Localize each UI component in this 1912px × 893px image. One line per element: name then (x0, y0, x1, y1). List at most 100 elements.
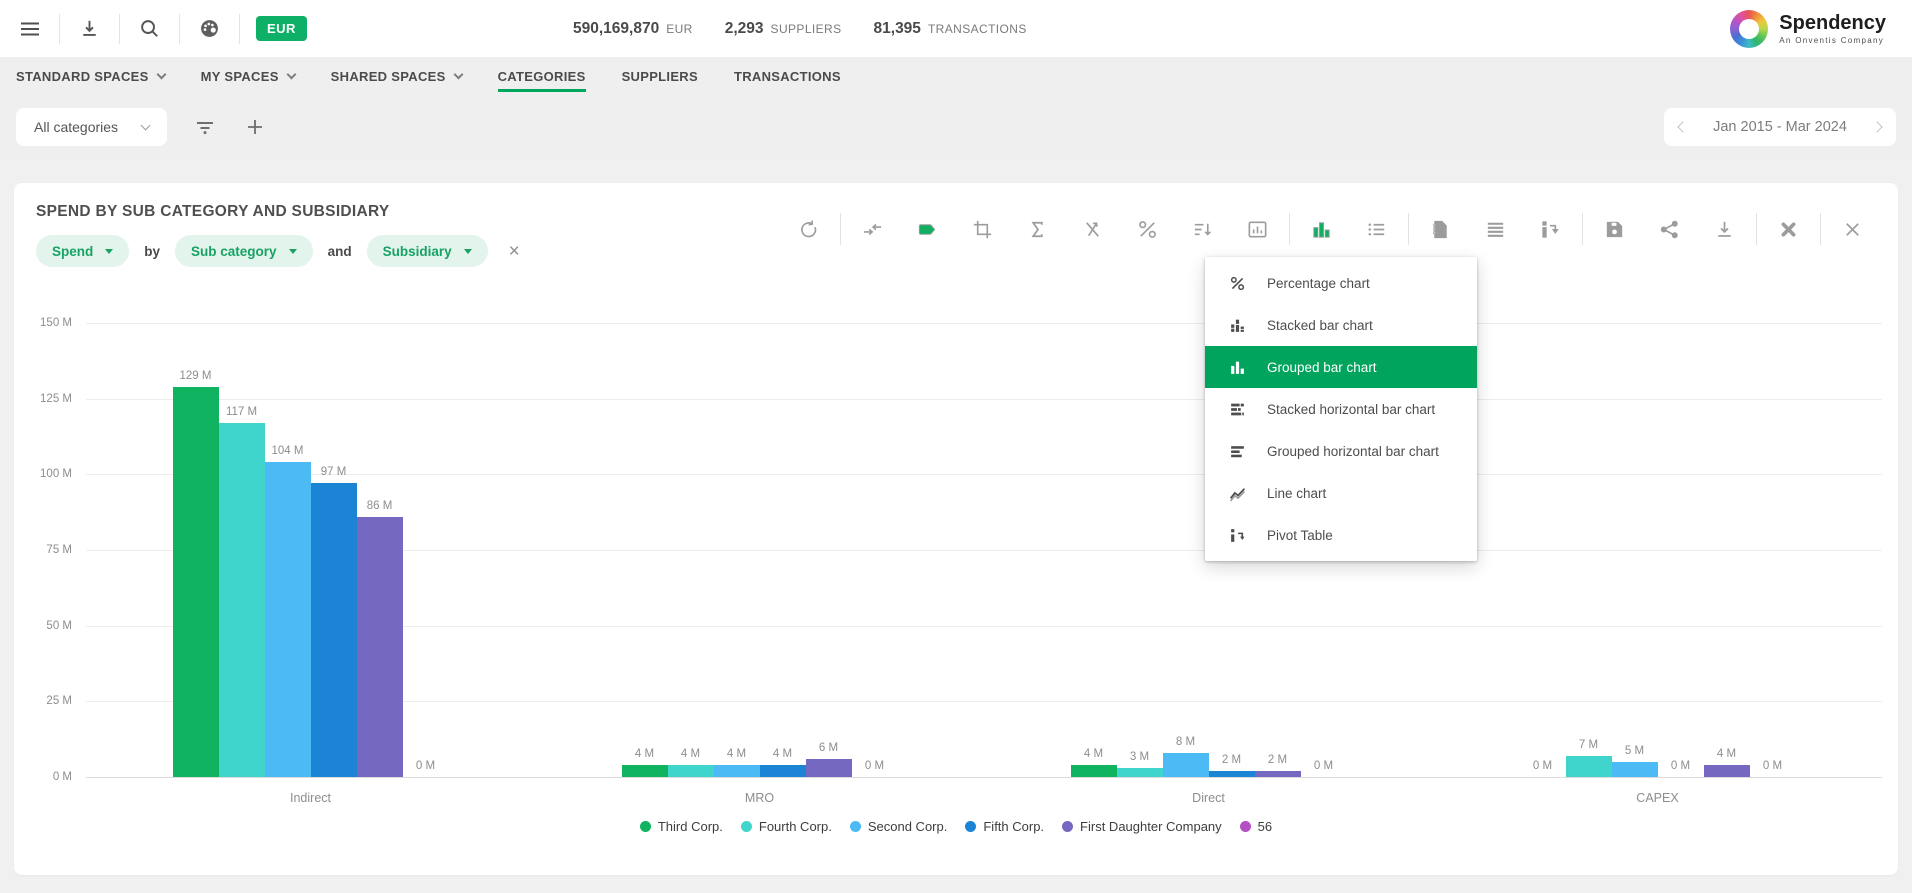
sum-button[interactable] (1010, 218, 1065, 241)
clear-sort-button[interactable] (1065, 218, 1120, 241)
export-button[interactable] (60, 0, 119, 57)
menu-item-stacked-horizontal-bar-chart[interactable]: Stacked horizontal bar chart (1205, 388, 1477, 430)
legend-item[interactable]: 56 (1240, 819, 1272, 834)
date-range-picker[interactable]: Jan 2015 - Mar 2024 (1664, 108, 1896, 146)
dimension2-select[interactable]: Subsidiary (367, 235, 488, 267)
sort-button[interactable] (1175, 218, 1230, 241)
bar-group-capex: 0 M7 M5 M0 M4 M0 MCAPEX (1433, 293, 1882, 777)
report-button[interactable] (1413, 218, 1468, 241)
chart-bar[interactable] (622, 765, 668, 777)
menu-item-percentage-chart[interactable]: Percentage chart (1205, 262, 1477, 304)
tab-shared-spaces[interactable]: SHARED SPACES (331, 57, 462, 95)
chart-bar[interactable] (806, 759, 852, 777)
menu-item-stacked-bar-chart[interactable]: Stacked bar chart (1205, 304, 1477, 346)
chevron-right-icon[interactable] (1871, 121, 1882, 132)
chart-bar[interactable] (1071, 765, 1117, 777)
stat-item: 590,169,870EUR (573, 20, 693, 38)
list-icon (1365, 218, 1388, 241)
chart-bar[interactable] (760, 765, 806, 777)
y-tick-label: 25 M (46, 695, 72, 707)
menu-item-pivot-table[interactable]: Pivot Table (1205, 514, 1477, 556)
chart-frame-button[interactable] (1230, 218, 1285, 241)
tab-categories[interactable]: CATEGORIES (498, 57, 586, 95)
legend-dot-icon (741, 821, 752, 832)
chart-bar[interactable] (1612, 762, 1658, 777)
menu-item-grouped-horizontal-bar-chart[interactable]: Grouped horizontal bar chart (1205, 430, 1477, 472)
tools-icon (1777, 218, 1800, 241)
list-view-button[interactable] (1349, 218, 1404, 241)
dimension1-select[interactable]: Sub category (175, 235, 313, 267)
chevron-down-icon (141, 121, 151, 131)
category-select[interactable]: All categories (16, 108, 167, 146)
and-label: and (328, 244, 352, 259)
bar-slot: 4 M (668, 293, 714, 777)
measure-select[interactable]: Spend (36, 235, 129, 267)
chart-bar[interactable] (668, 765, 714, 777)
chart-bar[interactable] (1255, 771, 1301, 777)
legend-item[interactable]: Second Corp. (850, 819, 948, 834)
chart-bar[interactable] (714, 765, 760, 777)
bar-value-label: 4 M (727, 748, 746, 760)
bar-value-label: 6 M (819, 742, 838, 754)
chart-type-button[interactable] (1294, 218, 1349, 241)
chart-bar[interactable] (1566, 756, 1612, 777)
chart-bar[interactable] (173, 387, 219, 777)
chart-plot: 129 M117 M104 M97 M86 M0 MIndirect4 M4 M… (86, 293, 1882, 777)
legend-item[interactable]: First Daughter Company (1062, 819, 1222, 834)
remove-dimension-button[interactable]: × (509, 242, 520, 261)
bar-value-label: 4 M (1717, 748, 1736, 760)
tab-suppliers[interactable]: SUPPLIERS (622, 57, 698, 95)
tab-label: SHARED SPACES (331, 69, 446, 84)
settings-button[interactable] (1761, 218, 1816, 241)
divider (1756, 213, 1757, 245)
percent-icon (1136, 218, 1159, 241)
tab-transactions[interactable]: TRANSACTIONS (734, 57, 841, 95)
grouped-hbar-icon (1229, 443, 1249, 459)
chart-bar[interactable] (311, 483, 357, 777)
chart-type-menu: Percentage chartStacked bar chartGrouped… (1205, 257, 1477, 561)
by-label: by (144, 244, 160, 259)
legend-item[interactable]: Fourth Corp. (741, 819, 832, 834)
tab-my-spaces[interactable]: MY SPACES (201, 57, 295, 95)
stat-item: 81,395TRANSACTIONS (874, 20, 1027, 38)
collapse-button[interactable] (845, 218, 900, 241)
search-button[interactable] (120, 0, 179, 57)
menu-button[interactable] (0, 0, 59, 57)
legend-item[interactable]: Third Corp. (640, 819, 723, 834)
stat-value: 2,293 (725, 20, 764, 38)
filter-button[interactable] (193, 115, 217, 139)
menu-item-line-chart[interactable]: Line chart (1205, 472, 1477, 514)
legend-label: Third Corp. (658, 819, 723, 834)
crop-button[interactable] (955, 218, 1010, 241)
chevron-left-icon[interactable] (1677, 121, 1688, 132)
download-chart-button[interactable] (1697, 218, 1752, 241)
currency-badge[interactable]: EUR (256, 16, 307, 41)
chart-bar[interactable] (1704, 765, 1750, 777)
label-button[interactable] (900, 218, 955, 241)
share-button[interactable] (1642, 218, 1697, 241)
refresh-button[interactable] (781, 218, 836, 241)
divider (239, 14, 240, 44)
legend-item[interactable]: Fifth Corp. (965, 819, 1044, 834)
percentage-button[interactable] (1120, 218, 1175, 241)
chart-bar[interactable] (357, 517, 403, 777)
chart-bar[interactable] (1209, 771, 1255, 777)
pivot-button[interactable] (1523, 218, 1578, 241)
menu-item-grouped-bar-chart[interactable]: Grouped bar chart (1205, 346, 1477, 388)
tab-standard-spaces[interactable]: STANDARD SPACES (16, 57, 165, 95)
chart-bar[interactable] (1163, 753, 1209, 777)
bar-slot: 97 M (311, 293, 357, 777)
stat-value: 81,395 (874, 20, 921, 38)
bar-value-label: 104 M (272, 445, 304, 457)
legend-dot-icon (1240, 821, 1251, 832)
close-panel-button[interactable] (1825, 218, 1880, 241)
table-rows-button[interactable] (1468, 218, 1523, 241)
chart-bar[interactable] (265, 462, 311, 777)
add-chart-button[interactable] (243, 115, 267, 139)
chart-bar[interactable] (219, 423, 265, 777)
chart-bar[interactable] (1117, 768, 1163, 777)
theme-button[interactable] (180, 0, 239, 57)
save-button[interactable] (1587, 218, 1642, 241)
bar-group-mro: 4 M4 M4 M4 M6 M0 MMRO (535, 293, 984, 777)
bar-slot: 0 M (1658, 293, 1704, 777)
